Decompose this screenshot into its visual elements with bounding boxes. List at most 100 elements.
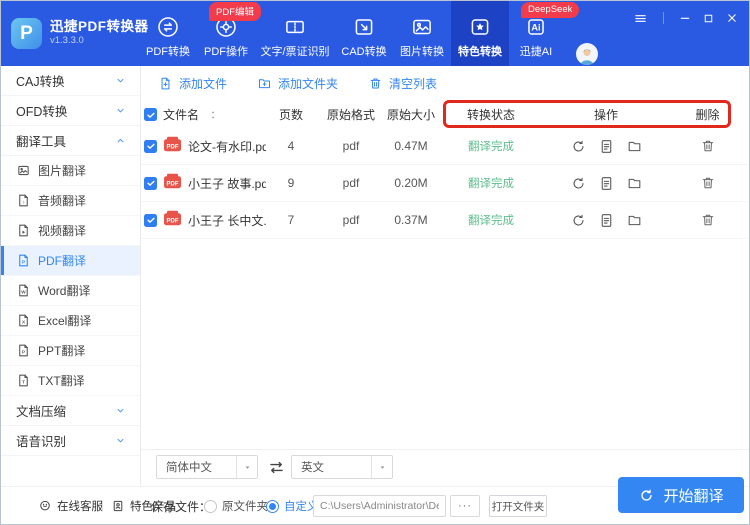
video-doc-icon (19, 224, 28, 237)
svg-text:PDF: PDF (167, 144, 179, 150)
app-window: P 迅捷PDF转换器 v1.3.3.0 PDF转换 PDF编辑 PDF操作 文字/票证… (0, 0, 750, 525)
reconvert-icon[interactable] (570, 212, 587, 229)
sidebar-section-3[interactable]: 文档压缩 (1, 396, 140, 426)
sort-icon[interactable] (207, 109, 219, 121)
online-support-label: 在线客服 (57, 501, 103, 513)
sidebar-item-txt[interactable]: T TXT翻译 (1, 366, 140, 396)
trash-icon (702, 214, 713, 226)
trash-icon (368, 76, 383, 91)
sidebar-item-label: Word翻译 (38, 284, 91, 298)
sidebar-item-video[interactable]: 视频翻译 (1, 216, 140, 246)
table-row[interactable]: PDF 小王子 故事.pdf 9 pdf 0.20M 翻译完成 (141, 165, 749, 202)
table-row[interactable]: PDF 论文-有水印.pdf 4 pdf 0.47M 翻译完成 (141, 128, 749, 165)
file-name: 小王子 故事.pdf (188, 176, 266, 191)
browse-path-button[interactable]: ··· (450, 495, 480, 517)
minimize-icon[interactable] (677, 10, 693, 26)
delete-row-icon[interactable] (700, 175, 716, 191)
open-location-icon[interactable] (626, 138, 643, 155)
view-document-icon[interactable] (598, 175, 615, 192)
menu-icon[interactable] (632, 10, 648, 26)
nav-item-ocr-ticket[interactable]: 文字/票证识别 (255, 1, 335, 66)
clear-list-button[interactable]: 清空列表 (368, 75, 437, 92)
sidebar-section-4[interactable]: 语音识别 (1, 426, 140, 456)
svg-text:♪: ♪ (22, 200, 24, 205)
sidebar-section-label: 语音识别 (16, 435, 67, 449)
table-row[interactable]: PDF 小王子 长中文.pdf 7 pdf 0.37M 翻译完成 (141, 202, 749, 239)
sidebar-item-audio[interactable]: ♪ 音频翻译 (1, 186, 140, 216)
swap-languages-icon[interactable] (267, 457, 287, 477)
start-translate-button[interactable]: 开始翻译 (618, 477, 744, 513)
image-doc-icon (18, 165, 29, 176)
save-custom-radio[interactable]: 自定义 (266, 487, 319, 524)
add-folder-button[interactable]: 添加文件夹 (257, 75, 338, 92)
chevron-down-icon (117, 438, 124, 443)
target-language-select[interactable]: 英文 (291, 455, 393, 479)
image-convert-icon (413, 19, 431, 34)
source-language-select[interactable]: 简体中文 (156, 455, 258, 479)
file-size: 0.20M (394, 176, 428, 190)
file-list: PDF 论文-有水印.pdf 4 pdf 0.47M 翻译完成 PDF 小王子 故事.pdf 9… (141, 128, 749, 239)
nav-item-pdf-operate[interactable]: PDF编辑 PDF操作 (197, 1, 262, 66)
reconvert-icon[interactable] (570, 138, 587, 155)
chat-icon (38, 499, 52, 513)
nav-item-pdf-convert[interactable]: PDF转换 (139, 1, 197, 66)
nav-item-cad-convert[interactable]: CAD转换 (335, 1, 393, 66)
delete-row-icon[interactable] (700, 212, 716, 228)
start-translate-label: 开始翻译 (663, 487, 724, 505)
refresh-icon (573, 140, 583, 151)
row-checkbox[interactable] (144, 139, 157, 153)
sidebar-item-excel[interactable]: X Excel翻译 (1, 306, 140, 336)
pdf-file-icon: PDF (164, 210, 181, 226)
view-document-icon[interactable] (598, 212, 615, 229)
file-plus-icon (158, 76, 173, 91)
file-size: 0.37M (394, 213, 428, 227)
sidebar-item-pdf[interactable]: P PDF翻译 (1, 246, 140, 276)
sidebar-item-ppt[interactable]: P PPT翻译 (1, 336, 140, 366)
sidebar-section-0[interactable]: CAJ转换 (1, 66, 140, 96)
add-file-button[interactable]: 添加文件 (158, 75, 227, 92)
word-doc-icon: W (19, 284, 28, 297)
view-document-icon[interactable] (598, 138, 615, 155)
nav-item-label: 迅捷AI (519, 46, 553, 58)
pdf-doc-icon: P (16, 253, 31, 268)
nav-item-ai[interactable]: DeepSeek Ai 迅捷AI (509, 1, 580, 66)
reconvert-icon[interactable] (570, 175, 587, 192)
row-checkbox[interactable] (144, 213, 157, 227)
svg-text:PDF: PDF (167, 181, 179, 187)
table-header: 文件名 页数 原始格式 原始大小 转换状态 操作 删除 (141, 101, 749, 128)
chevron-down-icon (114, 74, 127, 87)
row-checkbox[interactable] (144, 176, 157, 190)
refresh-icon (573, 214, 583, 225)
status-label: 翻译完成 (468, 141, 514, 153)
open-location-icon[interactable] (626, 175, 643, 192)
open-folder-button[interactable]: 打开文件夹 (489, 495, 547, 517)
sidebar-item-word[interactable]: W Word翻译 (1, 276, 140, 306)
main-panel: 添加文件 添加文件夹 清空列表 文件名 页数 原始格式 原始大小 转换状态 操作… (141, 66, 749, 487)
save-original-radio[interactable]: 原文件夹 (204, 487, 268, 524)
footer-divider (102, 500, 103, 512)
sidebar-item-image[interactable]: 图片翻译 (1, 156, 140, 186)
col-status-label: 转换状态 (466, 108, 515, 122)
online-support-link[interactable]: 在线客服 (38, 487, 103, 524)
maximize-icon[interactable] (700, 10, 716, 26)
sidebar-section-1[interactable]: OFD转换 (1, 96, 140, 126)
folder-icon (628, 215, 640, 225)
audio-doc-icon: ♪ (19, 194, 28, 207)
save-original-label: 原文件夹 (222, 501, 268, 513)
save-path-input[interactable] (313, 495, 446, 517)
nav-item-featured-convert[interactable]: 特色转换 (451, 1, 509, 66)
cad-convert-icon (351, 13, 377, 40)
sidebar-section-label: CAJ转换 (16, 75, 65, 89)
user-avatar[interactable] (576, 43, 598, 65)
file-name: 小王子 长中文.pdf (188, 213, 266, 228)
pdf-file-icon: PDF (163, 136, 182, 156)
col-actions-label: 操作 (593, 108, 618, 122)
delete-row-icon[interactable] (700, 138, 716, 154)
sidebar-section-2[interactable]: 翻译工具 (1, 126, 140, 156)
audio-doc-icon: ♪ (16, 193, 31, 208)
select-all-checkbox[interactable] (144, 108, 157, 121)
sidebar-section-label: OFD转换 (16, 105, 68, 119)
nav-item-image-convert[interactable]: 图片转换 (393, 1, 451, 66)
close-icon[interactable] (724, 10, 740, 26)
open-location-icon[interactable] (626, 212, 643, 229)
